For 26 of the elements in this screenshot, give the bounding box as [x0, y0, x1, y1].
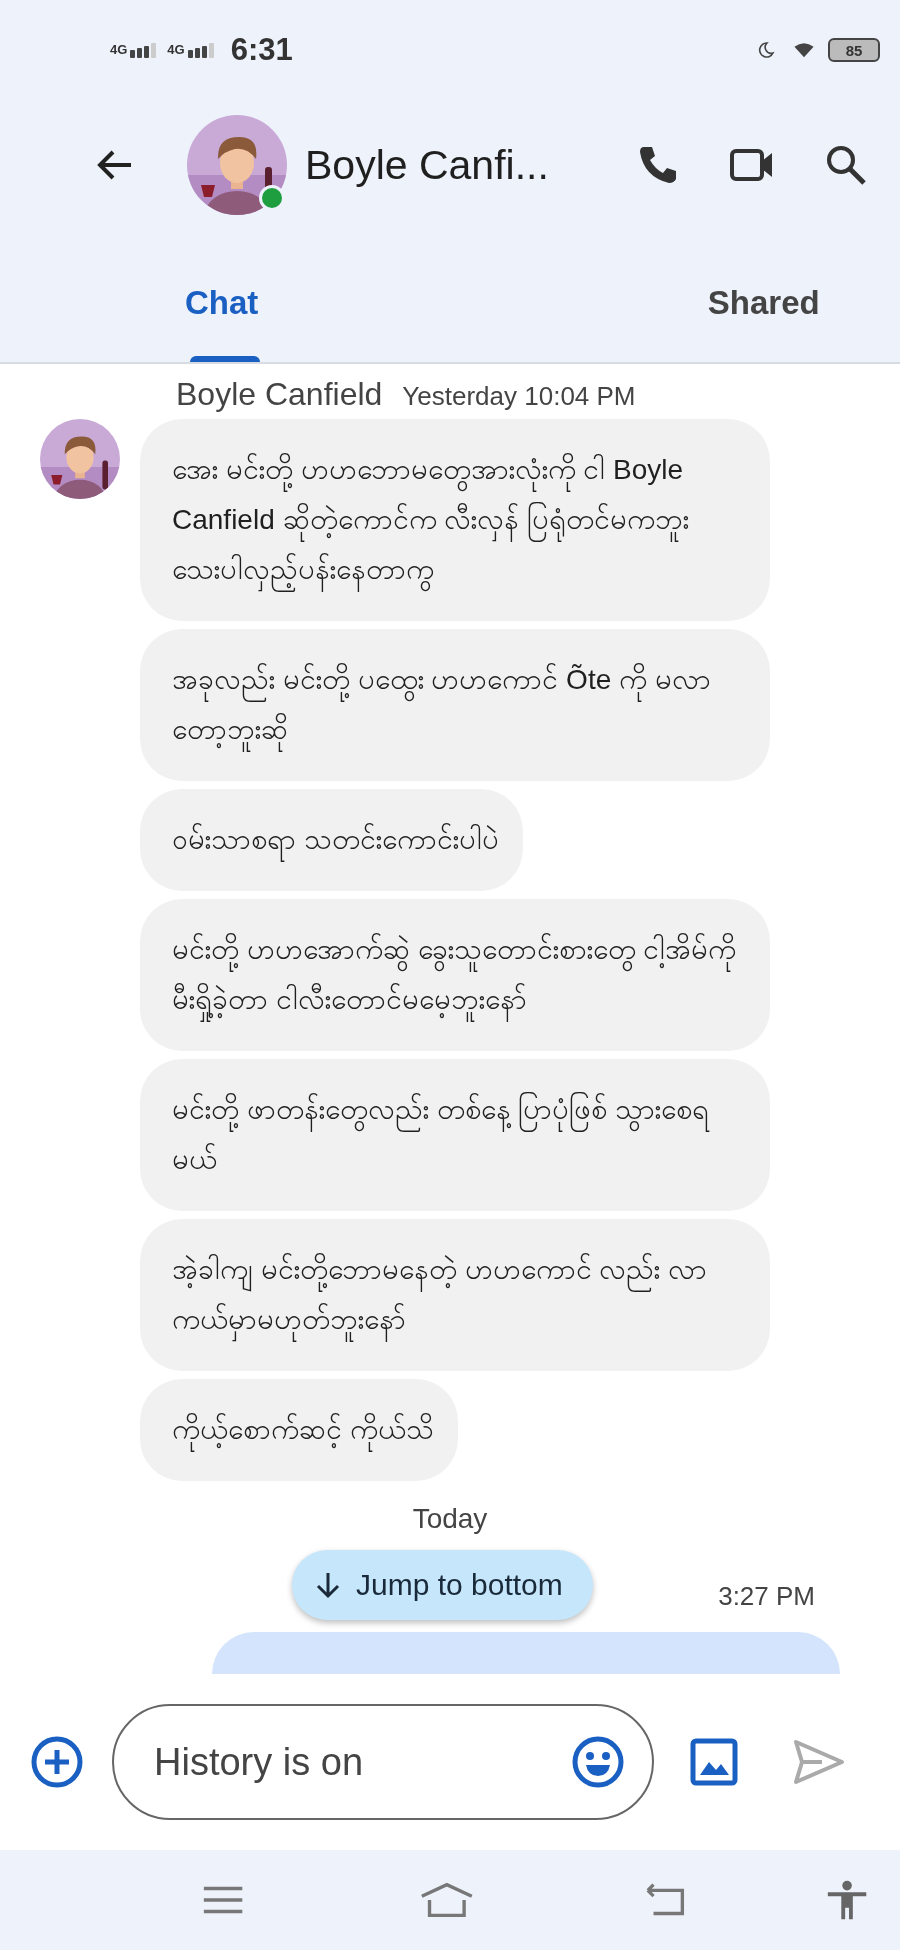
sender-name: Boyle Canfield	[176, 376, 383, 413]
emoji-icon[interactable]	[572, 1736, 624, 1788]
down-arrow-icon	[314, 1570, 342, 1600]
signal-icon	[186, 42, 215, 58]
message-bubble: မင်းတို့ ဖာတန်းတွေလည်း တစ်နေ့ ပြာပုံဖြစ် သွားစေရမယ်	[140, 1059, 770, 1211]
image-icon[interactable]	[690, 1738, 738, 1786]
add-icon[interactable]	[30, 1735, 84, 1789]
message-bubble: အေး မင်းတို့ ဟဟဘောမတွေအားလုံးကို ငါ Boyle Canfield ဆိုတဲ့ကောင်က လီးလှန် ပြရုံတင်မကဘူး သေးပါလှည့်ပန်းနေတာကွ	[140, 419, 770, 621]
network-label: 4G	[167, 42, 185, 57]
date-divider: Today	[411, 1503, 489, 1535]
message-bubble: ကိုယ့်စောက်ဆင့် ကိုယ်သိ	[140, 1379, 458, 1481]
battery-icon: 85	[828, 38, 880, 62]
message-bubble: အဲ့ခါကျ မင်းတို့ဘောမနေတဲ့ ဟဟကောင် လည်း လာကယ်မှာမဟုတ်ဘူးနော်	[140, 1219, 770, 1371]
message-bubble: ဝမ်းသာစရာ သတင်းကောင်းပါပဲ	[140, 789, 523, 891]
network-label: 4G	[110, 42, 128, 57]
tab[interactable]: Chat	[0, 230, 458, 362]
message-bubble: အခုလည်း မင်းတို့ ပထွေး ဟဟကောင် Õte ကို မလာတော့ဘူးဆို	[140, 629, 770, 781]
message-input-field[interactable]: History is on	[112, 1704, 654, 1820]
signal-icon	[129, 42, 158, 58]
message-bubble: မင်းတို့ ဟဟအောက်ဆွဲ ခွေးသူတောင်းစားတွေ ငါ့အိမ်ကို မီးရှို့ခဲ့တာ ငါလီးတောင်မမေ့ဘူးနော်	[140, 899, 770, 1051]
contact-name: Boyle Canfi...	[305, 141, 550, 189]
clock: 6:31	[230, 32, 293, 68]
tab[interactable]: Shared	[457, 230, 900, 362]
jump-to-bottom-button[interactable]: Jump to bottom	[292, 1550, 593, 1620]
timestamp: Yesterday 10:04 PM	[402, 381, 636, 412]
timestamp: 3:27 PM	[718, 1581, 815, 1612]
